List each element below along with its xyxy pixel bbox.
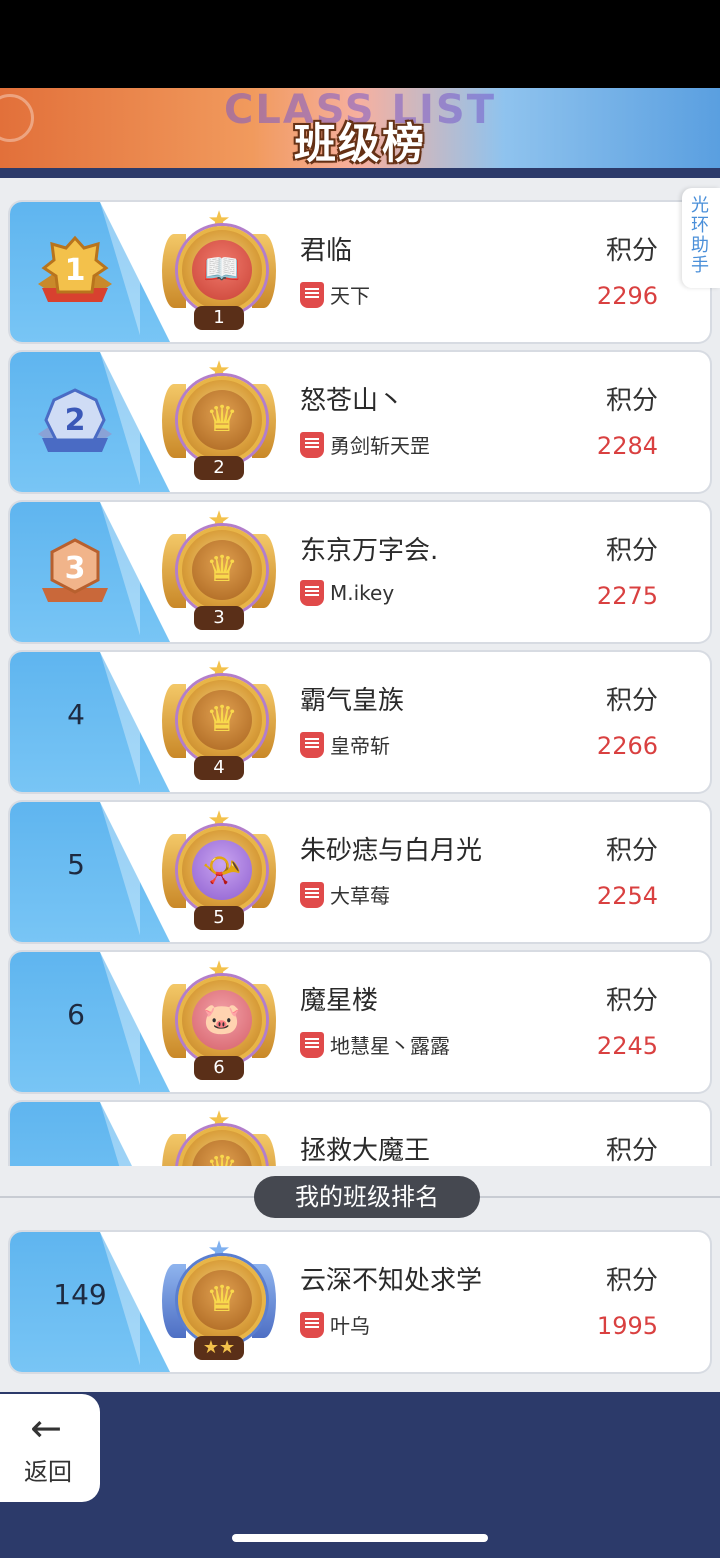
status-bar [0,0,720,88]
class-medal: ★ 📖 1 [156,208,282,336]
list-item[interactable]: 5 ★ 📯 5 朱砂痣与白月光 大草莓 积分 2254 [10,802,710,942]
rank-number: 149 [53,1278,107,1311]
clan-name: 大草莓 [330,884,390,908]
clan-name: M.ikey [330,581,395,605]
score-value: 2275 [596,582,658,610]
score-label: 积分 [605,686,658,716]
clan-icon [300,731,324,758]
piggy-bank-icon: 🐷 [203,1002,241,1037]
silver-rank-emblem-icon: 2 [38,388,112,452]
class-medal: ★ ♛ ★★ [156,1238,282,1366]
list-item[interactable]: 2 ★ ♛ 2 怒苍山丶 勇剑斩天罡 积分 2284 [10,352,710,492]
rank-emblem-number: 2 [65,403,86,438]
rank-number: 6 [67,998,85,1031]
gold-rank-emblem-icon: 1 [38,235,112,302]
book-icon: 📖 [203,252,241,287]
clan-tag: 叶乌 [300,1310,370,1340]
page-title: 班级榜 [293,119,426,168]
score-label: 积分 [605,236,658,266]
rank-emblem-number: 3 [65,551,86,586]
clan-name: 勇剑斩天罡 [330,434,430,458]
header-banner: CLASS LIST 班级榜 [0,88,720,172]
medal-number: 3 [194,606,244,630]
medal-number: 4 [194,756,244,780]
side-tab-label: 光环助手 [691,195,709,276]
class-name: 君临 [300,236,353,266]
class-name: 朱砂痣与白月光 [300,836,483,866]
score-value: 2284 [596,432,658,460]
medal-stars: ★★ [194,1336,244,1360]
back-label: 返回 [24,1458,72,1486]
crown-icon: ♛ [192,1144,252,1166]
score-label: 积分 [605,1266,658,1296]
clan-name: 地慧星丶露露 [330,1034,450,1058]
clan-tag: 地慧星丶露露 [300,1030,450,1060]
clan-icon [300,431,324,458]
class-medal: ★ ♛ 3 [156,508,282,636]
score-value: 2266 [596,732,658,760]
class-name: 拯救大魔王 [300,1136,431,1166]
list-item[interactable]: 6 ★ 🐷 6 魔星楼 地慧星丶露露 积分 2245 [10,952,710,1092]
class-medal: ★ ♛ 2 [156,358,282,486]
score-label: 积分 [605,386,658,416]
bronze-rank-emblem-icon: 3 [42,538,108,602]
rank-emblem-number: 1 [65,253,86,288]
list-item[interactable]: 1 ★ 📖 1 君临 天下 积分 2296 [10,202,710,342]
medal-number: 1 [194,306,244,330]
list-item[interactable]: 4 ★ ♛ 4 霸气皇族 皇帝斩 积分 2266 [10,652,710,792]
score-label: 积分 [605,836,658,866]
clan-icon [300,1311,324,1338]
clan-name: 叶乌 [330,1314,370,1338]
score-value: 1995 [596,1312,658,1340]
clan-tag: 天下 [300,280,370,310]
score-value: 2245 [596,1032,658,1060]
clan-tag: 大草莓 [300,880,390,910]
clan-icon [300,580,324,606]
list-item[interactable]: 3 ★ ♛ 3 东京万字会. M.ikey 积分 2275 [10,502,710,642]
clan-tag: 皇帝斩 [300,730,390,760]
medal-number: 6 [194,1056,244,1080]
clan-tag: 勇剑斩天罡 [300,430,430,460]
halo-assistant-tab[interactable]: 光环助手 [682,188,720,288]
class-name: 魔星楼 [300,986,379,1016]
score-value: 2254 [596,882,658,910]
class-ranking-list[interactable]: 1 ★ 📖 1 君临 天下 积分 2296 2 ★ ♛ 2 怒苍山丶 勇剑斩天罡… [0,178,720,1166]
home-indicator[interactable] [232,1534,488,1542]
class-medal: ★ ♛ 4 [156,658,282,786]
score-label: 积分 [605,1136,658,1166]
clan-name: 皇帝斩 [330,734,390,758]
my-rank-label: 我的班级排名 [254,1176,480,1218]
horn-icon: 📯 [202,851,242,889]
medal-number: 5 [194,906,244,930]
class-name: 东京万字会. [300,536,439,566]
clan-icon [300,881,324,908]
list-item[interactable]: ★ ♛ 拯救大魔王 积分 [10,1102,710,1166]
crown-icon: ♛ [205,549,239,590]
class-medal: ★ ♛ [156,1108,282,1166]
rank-number: 4 [67,698,85,731]
class-name: 霸气皇族 [300,686,405,716]
crown-icon: ♛ [205,699,239,740]
medal-number: 2 [194,456,244,480]
score-value: 2296 [596,282,658,310]
my-class-row[interactable]: 149 ★ ♛ ★★ 云深不知处求学 叶乌 积分 1995 [10,1232,710,1372]
clan-name: 天下 [330,284,370,308]
class-name: 云深不知处求学 [300,1266,483,1296]
score-label: 积分 [605,986,658,1016]
score-label: 积分 [605,536,658,566]
clan-icon [300,1031,324,1058]
class-medal: ★ 📯 5 [156,808,282,936]
rank-strip [10,1102,170,1166]
rank-number: 5 [67,848,85,881]
header-divider [0,168,720,178]
back-button[interactable]: ← 返回 [0,1394,100,1502]
clan-tag: M.ikey [300,580,394,610]
clan-icon [300,281,324,308]
arrow-left-icon: ← [30,1406,62,1450]
class-medal: ★ 🐷 6 [156,958,282,1086]
crown-icon: ♛ [205,399,239,440]
class-name: 怒苍山丶 [300,386,405,416]
crown-icon: ♛ [205,1279,239,1320]
